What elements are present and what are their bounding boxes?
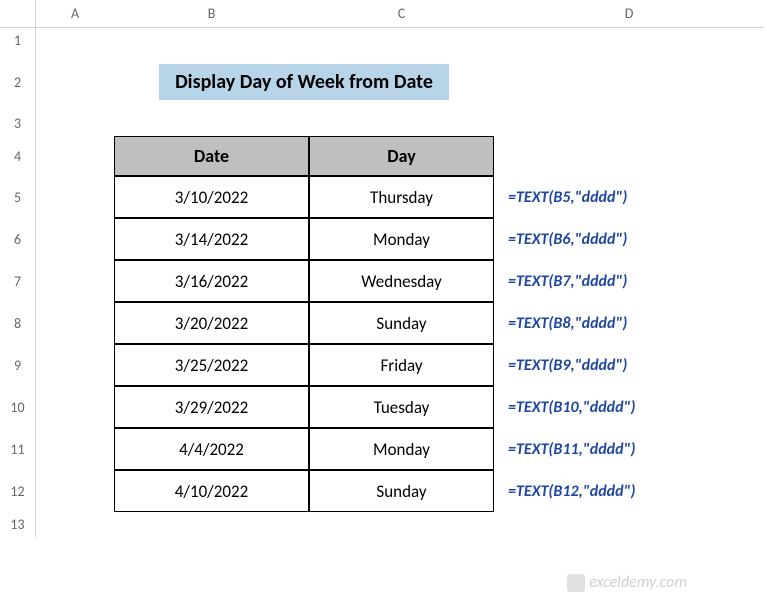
date-cell-2[interactable]: 3/16/2022 — [114, 260, 309, 302]
date-cell-4[interactable]: 3/25/2022 — [114, 344, 309, 386]
date-cell-6[interactable]: 4/4/2022 — [114, 428, 309, 470]
row-header-2[interactable]: 2 — [0, 53, 36, 111]
date-cell-7[interactable]: 4/10/2022 — [114, 470, 309, 512]
cell-a2[interactable] — [36, 53, 114, 111]
cell-d13[interactable] — [494, 512, 764, 537]
cell-c13[interactable] — [309, 512, 494, 537]
cell-a3[interactable] — [36, 111, 114, 136]
cell-a10[interactable] — [36, 386, 114, 428]
cell-d2[interactable] — [494, 53, 764, 111]
row-header-9[interactable]: 9 — [0, 344, 36, 386]
page-title: Display Day of Week from Date — [159, 64, 449, 100]
col-header-c[interactable]: C — [309, 0, 494, 28]
date-cell-5[interactable]: 3/29/2022 — [114, 386, 309, 428]
cell-a7[interactable] — [36, 260, 114, 302]
day-cell-7[interactable]: Sunday — [309, 470, 494, 512]
col-header-d[interactable]: D — [494, 0, 764, 28]
cell-d1[interactable] — [494, 28, 764, 53]
row-header-3[interactable]: 3 — [0, 111, 36, 136]
formula-cell-7[interactable]: =TEXT(B12,"dddd") — [494, 470, 764, 512]
row-header-6[interactable]: 6 — [0, 218, 36, 260]
watermark-text: exceldemy.com — [589, 573, 687, 592]
day-cell-6[interactable]: Monday — [309, 428, 494, 470]
row-header-8[interactable]: 8 — [0, 302, 36, 344]
spreadsheet-grid: A B C D 1 2 Display Day of Week from Dat… — [0, 0, 767, 537]
formula-cell-6[interactable]: =TEXT(B11,"dddd") — [494, 428, 764, 470]
cell-a1[interactable] — [36, 28, 114, 53]
day-cell-5[interactable]: Tuesday — [309, 386, 494, 428]
cell-a5[interactable] — [36, 176, 114, 218]
day-cell-0[interactable]: Thursday — [309, 176, 494, 218]
date-cell-0[interactable]: 3/10/2022 — [114, 176, 309, 218]
cell-c1[interactable] — [309, 28, 494, 53]
header-day[interactable]: Day — [309, 136, 494, 176]
cell-a13[interactable] — [36, 512, 114, 537]
row-header-1[interactable]: 1 — [0, 28, 36, 53]
day-cell-4[interactable]: Friday — [309, 344, 494, 386]
cell-a12[interactable] — [36, 470, 114, 512]
title-cell[interactable]: Display Day of Week from Date — [114, 53, 494, 111]
date-cell-3[interactable]: 3/20/2022 — [114, 302, 309, 344]
formula-cell-1[interactable]: =TEXT(B6,"dddd") — [494, 218, 764, 260]
formula-cell-0[interactable]: =TEXT(B5,"dddd") — [494, 176, 764, 218]
row-header-12[interactable]: 12 — [0, 470, 36, 512]
row-header-7[interactable]: 7 — [0, 260, 36, 302]
header-date[interactable]: Date — [114, 136, 309, 176]
formula-cell-2[interactable]: =TEXT(B7,"dddd") — [494, 260, 764, 302]
watermark-icon — [567, 574, 585, 592]
day-cell-3[interactable]: Sunday — [309, 302, 494, 344]
cell-a11[interactable] — [36, 428, 114, 470]
cell-a8[interactable] — [36, 302, 114, 344]
row-header-5[interactable]: 5 — [0, 176, 36, 218]
date-cell-1[interactable]: 3/14/2022 — [114, 218, 309, 260]
day-cell-1[interactable]: Monday — [309, 218, 494, 260]
formula-cell-5[interactable]: =TEXT(B10,"dddd") — [494, 386, 764, 428]
row-header-11[interactable]: 11 — [0, 428, 36, 470]
day-cell-2[interactable]: Wednesday — [309, 260, 494, 302]
row-header-13[interactable]: 13 — [0, 512, 36, 537]
corner-cell — [0, 0, 36, 28]
col-header-a[interactable]: A — [36, 0, 114, 28]
col-header-b[interactable]: B — [114, 0, 309, 28]
watermark: exceldemy.com — [567, 573, 687, 592]
cell-c3[interactable] — [309, 111, 494, 136]
cell-a9[interactable] — [36, 344, 114, 386]
cell-a4[interactable] — [36, 136, 114, 176]
cell-b1[interactable] — [114, 28, 309, 53]
formula-cell-3[interactable]: =TEXT(B8,"dddd") — [494, 302, 764, 344]
cell-b3[interactable] — [114, 111, 309, 136]
cell-b13[interactable] — [114, 512, 309, 537]
row-header-10[interactable]: 10 — [0, 386, 36, 428]
cell-a6[interactable] — [36, 218, 114, 260]
formula-cell-4[interactable]: =TEXT(B9,"dddd") — [494, 344, 764, 386]
cell-d4[interactable] — [494, 136, 764, 176]
cell-d3[interactable] — [494, 111, 764, 136]
row-header-4[interactable]: 4 — [0, 136, 36, 176]
